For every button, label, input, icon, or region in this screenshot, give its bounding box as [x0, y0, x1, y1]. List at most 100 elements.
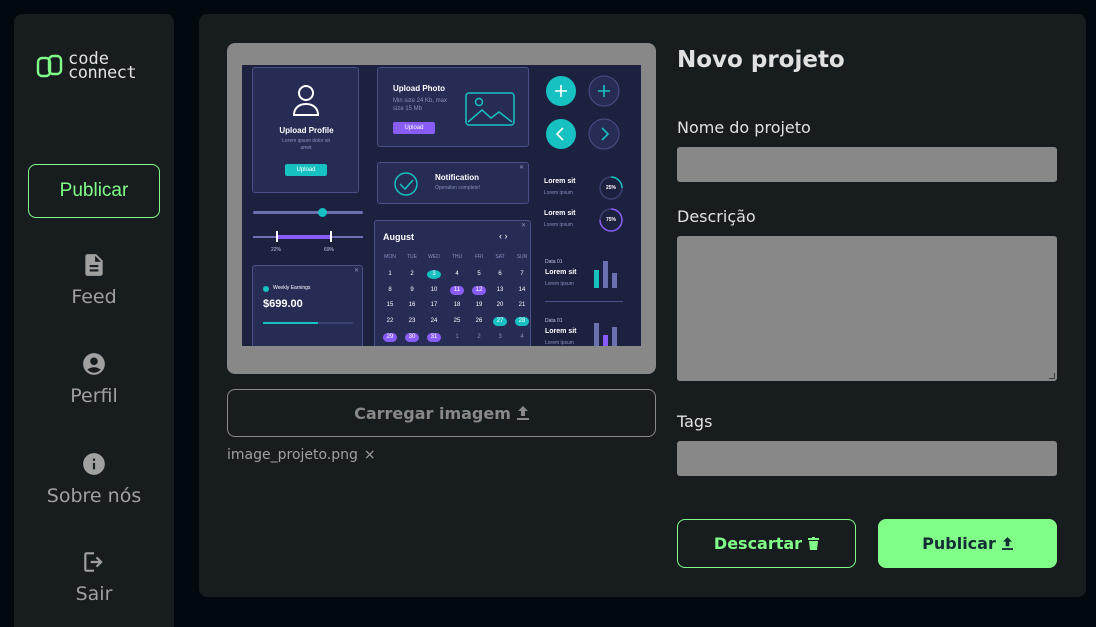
preview-weekday: THU [451, 254, 463, 260]
preview-chevron-right-icon [588, 118, 620, 150]
sidebar-item-label: Feed [71, 286, 117, 308]
tags-field[interactable] [677, 441, 1057, 476]
preview-text: 25% [605, 185, 616, 191]
preview-earnings-card: Weekly Earnings $699.00 ✕ [252, 265, 363, 346]
sidebar-item-profile[interactable]: Perfil [14, 351, 174, 407]
preview-weekday: SAT [495, 254, 505, 260]
logo-text-line2: connect [68, 63, 137, 83]
upload-icon [516, 406, 529, 420]
preview-calendar-day: 5 [477, 271, 481, 277]
info-icon [83, 453, 105, 475]
preview-calendar-day: 17 [430, 302, 438, 308]
preview-text: Lorem sit [544, 178, 576, 185]
preview-calendar-day: 14 [518, 287, 526, 293]
preview-upload-photo-card: Upload Photo Min size 24 Kb, max size 15… [377, 67, 529, 147]
project-image-preview: Upload Profile Lorem ipsum dolor sit ame… [242, 65, 641, 346]
description-label: Descrição [677, 207, 756, 226]
preview-weekday: TUE [407, 254, 417, 260]
sidebar-item-feed[interactable]: Feed [14, 252, 174, 308]
preview-calendar-day: 15 [386, 302, 394, 308]
preview-calendar-day: 27 [493, 317, 507, 326]
preview-add-icon [546, 76, 576, 106]
preview-calendar-day: 30 [405, 333, 419, 342]
preview-bar [603, 261, 608, 288]
preview-text: Lorem ipsum [544, 190, 573, 196]
preview-calendar-day: 23 [408, 318, 416, 324]
preview-calendar-day: 20 [496, 302, 504, 308]
trash-icon [808, 537, 820, 550]
discard-label: Descartar [713, 534, 803, 553]
logo: code connect [36, 51, 137, 83]
project-name-label: Nome do projeto [677, 118, 811, 137]
preview-notification-card: Notification Operation complete! ✕ [377, 162, 529, 204]
upload-icon [1001, 537, 1013, 550]
sidebar-publish-button[interactable]: Publicar [28, 164, 160, 218]
preview-text: August [383, 232, 414, 242]
preview-weekday: FRI [474, 254, 484, 260]
preview-text: 22% [271, 247, 282, 253]
preview-add-icon [588, 75, 620, 107]
preview-calendar-day: 4 [520, 334, 524, 340]
discard-button[interactable]: Descartar [677, 519, 856, 568]
logo-mark-icon [36, 54, 63, 78]
preview-calendar-day: 29 [383, 333, 397, 342]
description-field[interactable] [677, 236, 1057, 381]
preview-calendar-day: 2 [410, 271, 414, 277]
preview-calendar-day: 10 [430, 287, 438, 293]
preview-dot [263, 286, 269, 292]
uploaded-file: image_projeto.png × [227, 447, 376, 463]
preview-calendar-day: 9 [410, 287, 414, 293]
image-outline-icon [465, 92, 515, 126]
preview-calendar-day: 1 [455, 334, 459, 340]
preview-calendar-day: 3 [427, 270, 441, 279]
sidebar-item-about[interactable]: Sobre nós [14, 451, 174, 507]
new-project-panel: Upload Profile Lorem ipsum dolor sit ame… [199, 14, 1086, 597]
preview-calendar-day: 11 [450, 286, 464, 295]
preview-text: Lorem ipsum dolor sit amet [282, 138, 330, 151]
user-outline-icon [292, 85, 320, 116]
preview-bar [612, 327, 617, 346]
preview-calendar-day: 26 [475, 318, 483, 324]
preview-calendar-day: 7 [520, 271, 524, 277]
preview-text: 75% [605, 217, 616, 223]
resize-handle[interactable] [1049, 373, 1055, 379]
check-circle-icon [394, 172, 418, 196]
preview-calendar-day: 3 [498, 334, 502, 340]
preview-text: Lorem ipsum [545, 340, 574, 346]
preview-text: Upload [393, 122, 435, 134]
sidebar: code connect Publicar Feed Perfil Sobre … [14, 14, 174, 627]
uploaded-file-name: image_projeto.png [227, 447, 358, 463]
account-circle-icon [83, 353, 105, 375]
upload-image-label: Carregar imagem [354, 403, 511, 423]
preview-text: Data 01 [545, 318, 563, 324]
preview-text: Data 01 [545, 259, 563, 265]
preview-bar [594, 323, 599, 346]
page-title: Novo projeto [677, 47, 845, 73]
preview-text: Notification [435, 173, 479, 182]
preview-calendar-day: 22 [386, 318, 394, 324]
sidebar-item-label: Sair [75, 583, 113, 605]
upload-image-button[interactable]: Carregar imagem [227, 389, 656, 437]
preview-text: Upload [285, 164, 327, 176]
tags-label: Tags [677, 412, 713, 431]
preview-text: Weekly Earnings [273, 285, 311, 291]
preview-text: $699.00 [263, 298, 303, 310]
preview-weekday: WED [428, 254, 440, 260]
preview-text: Operation complete! [435, 185, 481, 191]
preview-calendar-day: 24 [430, 318, 438, 324]
sidebar-item-logout[interactable]: Sair [14, 549, 174, 605]
preview-close-icon: ✕ [519, 165, 525, 171]
project-name-field[interactable] [677, 147, 1057, 182]
preview-calendar-day: 6 [498, 271, 502, 277]
preview-text: Lorem sit [545, 328, 577, 335]
preview-chevrons-icon: ‹ › [499, 231, 508, 241]
preview-calendar-day: 1 [388, 271, 392, 277]
preview-bar-fill [263, 322, 318, 324]
preview-calendar-day: 25 [453, 318, 461, 324]
preview-text: Min size 24 Kb, max size 15 Mb [393, 98, 448, 112]
publish-label: Publicar [922, 534, 996, 553]
preview-text: 69% [324, 247, 335, 253]
remove-file-icon[interactable]: × [364, 447, 376, 463]
image-preview-frame: Upload Profile Lorem ipsum dolor sit ame… [227, 43, 656, 374]
publish-button[interactable]: Publicar [878, 519, 1057, 568]
